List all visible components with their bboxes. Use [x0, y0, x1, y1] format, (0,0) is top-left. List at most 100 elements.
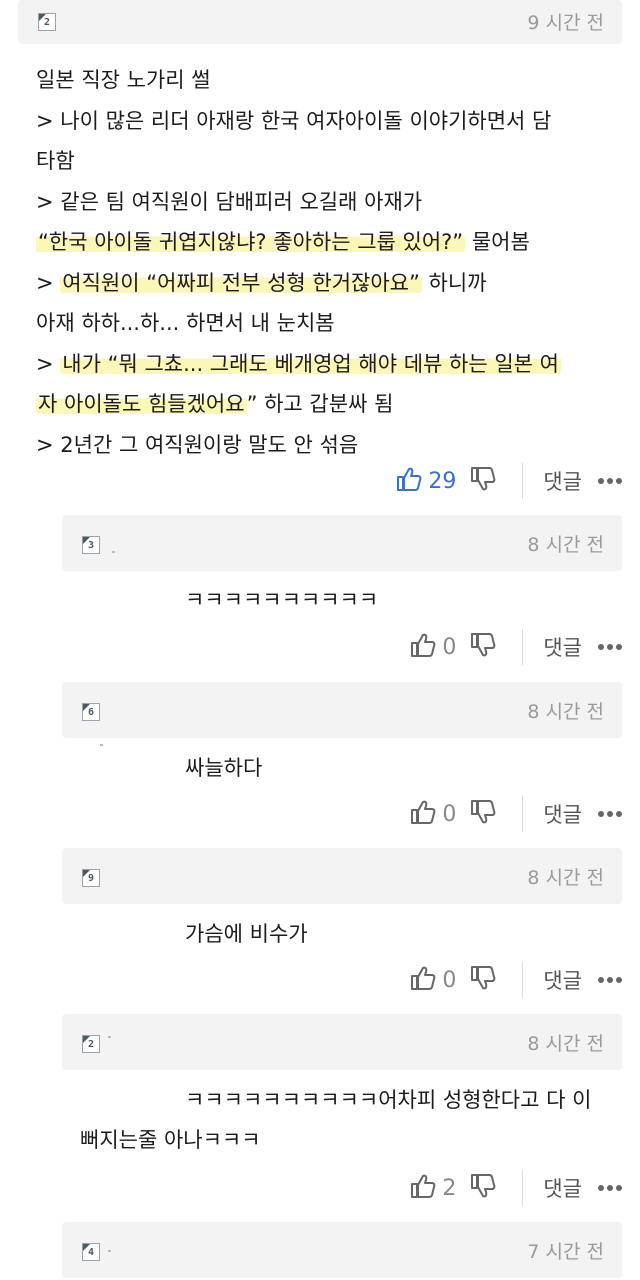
post-line: > 나이 많은 리더 아재랑 한국 여자아이돌 이야기하면서 담 [36, 108, 552, 133]
more-options-button[interactable] [598, 977, 622, 983]
thumbs-down-icon [470, 632, 496, 662]
like-button[interactable]: 0 [410, 965, 456, 995]
like-button[interactable]: 2 [410, 1173, 456, 1203]
reply-button[interactable]: 댓글 [543, 965, 582, 995]
dot [616, 1185, 622, 1191]
dot [616, 478, 622, 484]
reply-time: 8 시간 전 [527, 1033, 604, 1055]
reply-button[interactable]: 댓글 [543, 632, 582, 662]
reply-text: 싸늘하다 [185, 756, 263, 780]
post-line: 타함 [36, 149, 75, 173]
reply-text: ㅋㅋㅋㅋㅋㅋㅋㅋㅋㅋ [185, 588, 379, 612]
like-button[interactable]: 0 [410, 632, 456, 662]
dislike-button[interactable] [470, 800, 496, 828]
divider [522, 962, 524, 998]
reply-button[interactable]: 댓글 [543, 799, 582, 829]
reply-line: ㅋㅋㅋㅋㅋㅋㅋㅋㅋㅋ어차피 성형한다고 다 이 [185, 1088, 592, 1112]
post-line: > 2년간 그 여직원이랑 말도 안 섞음 [36, 432, 359, 457]
level-badge: 9 [82, 869, 100, 887]
thumbs-down-icon [470, 1173, 496, 1203]
dot [616, 811, 622, 817]
post-line: 일본 직장 노가리 썰 [36, 68, 211, 92]
level-badge: 2 [82, 1035, 100, 1053]
post-line: 아재 하하...하... 하면서 내 눈치봄 [36, 311, 335, 335]
reply-button[interactable]: 댓글 [543, 1173, 582, 1203]
thumbs-down-icon [470, 466, 496, 496]
post-line: “한국 아이돌 귀엽지않냐? 좋아하는 그룹 있어?” 물어봄 [36, 222, 626, 263]
level-badge: 2 [38, 13, 56, 31]
dot [616, 644, 622, 650]
post-body: 일본 직장 노가리 썰 > 나이 많은 리더 아재랑 한국 여자아이돌 이야기하… [36, 60, 626, 465]
post-text-span: > [36, 270, 61, 295]
level-badge: 4 [82, 1243, 100, 1261]
dot [598, 644, 604, 650]
post-text-span: 하니까 [421, 270, 487, 295]
dot [607, 1185, 613, 1191]
dislike-button[interactable] [470, 467, 496, 495]
post-time: 9 시간 전 [527, 12, 604, 34]
level-badge: 3 [82, 536, 100, 554]
divider [522, 463, 524, 499]
dot [607, 811, 613, 817]
dot [598, 811, 604, 817]
reply-button[interactable]: 댓글 [543, 466, 582, 496]
post-line: > 같은 팀 여직원이 담배피러 오길래 아재가 [36, 189, 423, 214]
more-options-button[interactable] [598, 644, 622, 650]
post-text-span: ” 하고 갑분싸 됨 [246, 392, 394, 416]
reply-time: 7 시간 전 [527, 1241, 604, 1263]
username [100, 744, 103, 746]
dislike-button[interactable] [470, 633, 496, 661]
thumbs-up-icon [410, 632, 436, 662]
thumbs-down-icon [470, 965, 496, 995]
post-actions: 29 댓글 [396, 461, 622, 501]
username [108, 1250, 111, 1252]
reply-time: 8 시간 전 [527, 867, 604, 889]
post-line: > 내가 “뭐 그쵸... 그래도 베개영업 해야 데뷰 하는 일본 여 [36, 344, 626, 385]
like-button[interactable]: 29 [396, 466, 456, 496]
dot [598, 1185, 604, 1191]
like-count: 0 [442, 801, 457, 827]
thumbs-up-icon [410, 799, 436, 829]
reply-actions: 2 댓글 [410, 1168, 622, 1208]
level-badge: 6 [82, 703, 100, 721]
reply-meta-bar: 4 7 시간 전 [62, 1222, 622, 1278]
post-line: 자 아이돌도 힘들겠어요” 하고 갑분싸 됨 [36, 384, 626, 425]
like-button[interactable]: 0 [410, 799, 456, 829]
more-options-button[interactable] [598, 1185, 622, 1191]
divider [522, 629, 524, 665]
reply-meta-bar: 2 8 시간 전 [62, 1014, 622, 1070]
reply-time: 8 시간 전 [527, 534, 604, 556]
more-options-button[interactable] [598, 811, 622, 817]
dot [598, 977, 604, 983]
divider [522, 796, 524, 832]
thumbs-up-icon [410, 1173, 436, 1203]
thumbs-up-icon [396, 466, 422, 496]
reply-actions: 0 댓글 [410, 627, 622, 667]
post-text-span: 물어봄 [465, 230, 530, 254]
reply-meta-bar: 3 8 시간 전 [62, 515, 622, 571]
like-count: 0 [442, 634, 457, 660]
highlight: 여직원이 “어짜피 전부 성형 한거잖아요” [60, 270, 422, 295]
thumbs-up-icon [410, 965, 436, 995]
dot [607, 644, 613, 650]
dislike-button[interactable] [470, 1174, 496, 1202]
dot [616, 977, 622, 983]
reply-time: 8 시간 전 [527, 701, 604, 723]
reply-actions: 0 댓글 [410, 960, 622, 1000]
reply-line: 뻐지는줄 아나ㅋㅋㅋ [80, 1128, 261, 1152]
post-text-span: > [36, 351, 61, 376]
divider [522, 1170, 524, 1206]
post-line: > 여직원이 “어짜피 전부 성형 한거잖아요” 하니까 [36, 263, 626, 304]
like-count: 0 [442, 967, 457, 993]
reply-text: ㅋㅋㅋㅋㅋㅋㅋㅋㅋㅋ어차피 성형한다고 다 이 뻐지는줄 아나ㅋㅋㅋ [80, 1080, 625, 1160]
dislike-button[interactable] [470, 966, 496, 994]
like-count: 29 [428, 468, 457, 494]
highlight: “한국 아이돌 귀엽지않냐? 좋아하는 그룹 있어?” [36, 230, 466, 254]
more-options-button[interactable] [598, 478, 622, 484]
username [112, 551, 115, 553]
like-count: 2 [442, 1175, 457, 1201]
username [108, 1036, 111, 1038]
dot [598, 478, 604, 484]
reply-meta-bar: 6 8 시간 전 [62, 682, 622, 746]
reply-actions: 0 댓글 [410, 794, 622, 834]
